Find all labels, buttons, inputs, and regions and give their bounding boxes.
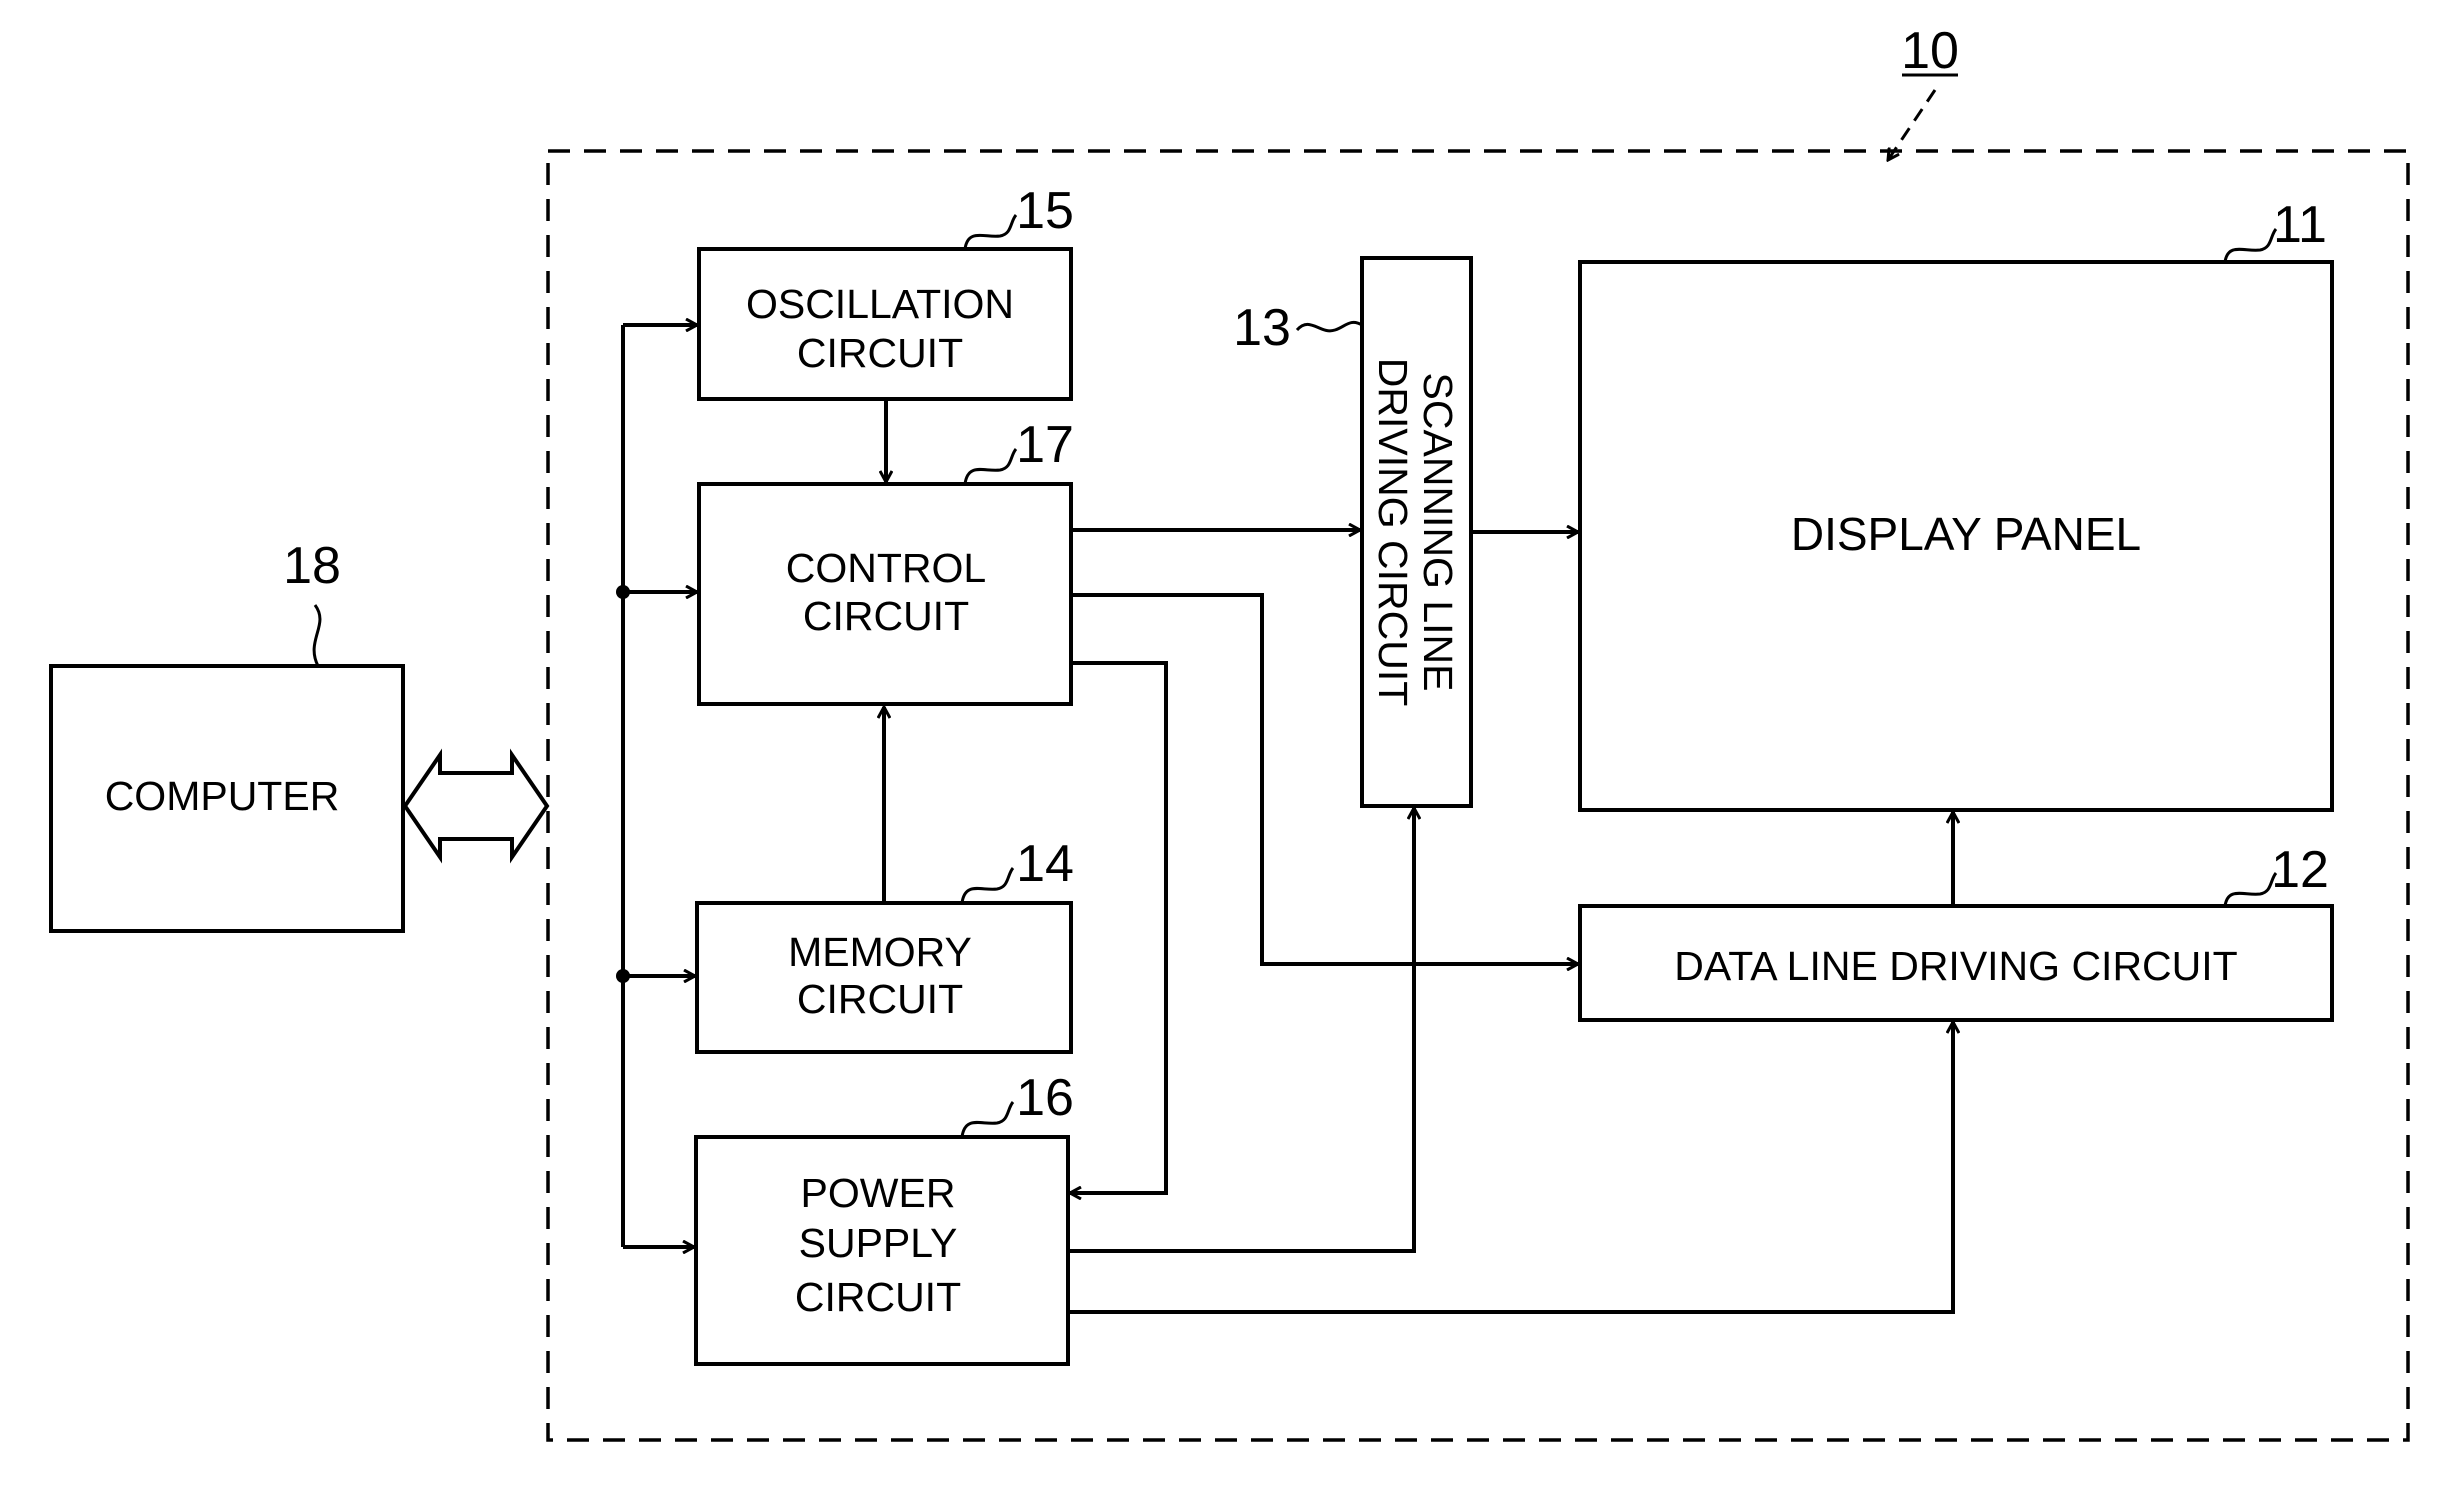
ref-18-leader [312,604,322,667]
memory-label-line2: CIRCUIT [797,976,963,1022]
block-diagram: 10 COMPUTER 18 OSCILLATION CIRCUIT 15 CO… [49,22,2410,1442]
internal-bus [616,325,697,1247]
power-supply-circuit-block: POWER SUPPLY CIRCUIT 16 [694,1069,1074,1366]
signal-lines [1068,530,1953,1314]
scanning-label-line1: SCANNING LINE [1415,373,1461,692]
ref-15-leader [963,214,1018,250]
power-label-line3: CIRCUIT [795,1274,961,1320]
ref-13-leader [1295,320,1363,333]
ref-16-leader [960,1101,1015,1138]
data-line-label: DATA LINE DRIVING CIRCUIT [1674,943,2237,989]
ref-14-leader [960,867,1015,904]
data-line-driving-circuit-block: DATA LINE DRIVING CIRCUIT 12 [1578,841,2334,1022]
oscillation-label-line1: OSCILLATION [746,281,1014,327]
control-to-power-arrow [1070,661,1168,1193]
ref-13: 13 [1233,299,1291,357]
ref-11: 11 [2273,196,2327,254]
memory-label-line1: MEMORY [788,929,972,975]
power-to-scanning-arrow [1068,808,1414,1253]
scanning-label-line2: DRIVING CIRCUIT [1370,358,1416,707]
power-label-line2: SUPPLY [799,1220,958,1266]
ref-17: 17 [1016,416,1074,474]
computer-block: COMPUTER 18 [49,537,405,933]
ref-11-leader [2223,228,2278,263]
ref-10: 10 [1901,22,1959,80]
control-to-data-line-arrow [1071,593,1578,964]
control-label-line2: CIRCUIT [803,593,969,639]
display-panel-block: DISPLAY PANEL 11 [1578,196,2334,812]
ref-14: 14 [1016,835,1074,893]
oscillation-circuit-block: OSCILLATION CIRCUIT 15 [697,182,1074,401]
power-to-data-line-arrow [1068,1022,1953,1314]
bidirectional-bus-arrow [402,748,550,864]
power-label-line1: POWER [801,1170,956,1216]
display-panel-label: DISPLAY PANEL [1791,508,2141,560]
ref-18: 18 [283,537,341,595]
junction-dot [616,969,630,983]
ref-17-leader [963,448,1018,485]
ref-12-leader [2223,872,2278,907]
system-ref-label: 10 [1888,22,1959,160]
oscillation-label-line2: CIRCUIT [797,330,963,376]
junction-dot [616,585,630,599]
ref-16: 16 [1016,1069,1074,1127]
computer-label: COMPUTER [105,773,340,819]
control-label-line1: CONTROL [786,545,986,591]
ref-12: 12 [2271,841,2329,899]
ref-15: 15 [1016,182,1074,240]
